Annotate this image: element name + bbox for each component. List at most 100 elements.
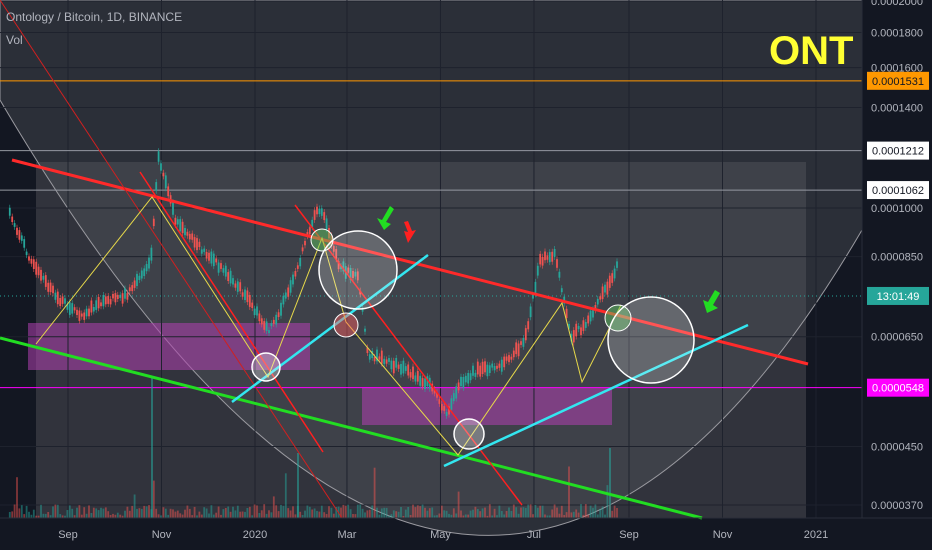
volume-bar	[383, 507, 386, 518]
volume-bar	[342, 504, 345, 518]
x-tick-label: Jul	[527, 529, 541, 541]
candle-body	[253, 308, 256, 316]
volume-bar	[184, 509, 186, 518]
candle-body	[608, 275, 611, 288]
volume-bar	[460, 510, 462, 518]
symbol-legend[interactable]: Ontology / Bitcoin, 1D, BINANCE	[6, 10, 182, 24]
volume-bar	[424, 507, 426, 518]
candle-body	[500, 359, 503, 372]
x-tick-label: 2020	[243, 529, 267, 541]
candle-body	[227, 272, 230, 281]
candle-body	[558, 271, 561, 278]
volume-spike	[297, 453, 299, 518]
volume-bar	[604, 514, 606, 518]
volume-bar	[280, 504, 282, 518]
candle-body	[73, 307, 76, 311]
volume-bar	[332, 513, 335, 518]
candle-body	[179, 219, 182, 232]
candle-body	[294, 271, 297, 277]
candle-body	[20, 235, 23, 241]
volume-bar	[517, 513, 520, 518]
candle-body	[313, 210, 316, 220]
volume-bar	[594, 504, 597, 518]
candle-body	[124, 288, 126, 299]
candle-body	[589, 310, 592, 322]
candle-body	[212, 253, 215, 267]
chart-container[interactable]: 0.0002000 0.0001800 0.0001600 0.0001400 0.00…	[0, 0, 932, 550]
candle-body	[316, 206, 318, 215]
volume-bar	[510, 511, 513, 518]
volume-bar	[392, 510, 395, 518]
candle-body	[414, 375, 417, 382]
candle-body	[613, 268, 616, 279]
candle-body	[481, 361, 484, 374]
volume-bar	[306, 505, 309, 518]
candle-body	[455, 386, 458, 399]
volume-bar	[277, 511, 280, 518]
volume-bar	[584, 504, 587, 518]
x-tick-label: Sep	[58, 529, 78, 541]
volume-bar	[140, 508, 143, 518]
candle-body	[565, 308, 568, 318]
candle-body	[325, 218, 328, 230]
candle-body	[596, 298, 599, 305]
volume-bar	[400, 507, 402, 518]
volume-bar	[445, 510, 448, 518]
volume-bar	[464, 514, 467, 518]
volume-bar	[589, 505, 592, 518]
candle-body	[241, 292, 244, 297]
volume-bar	[325, 514, 328, 518]
volume-bar	[527, 504, 530, 518]
candle-body	[440, 404, 443, 411]
volume-bar	[601, 506, 604, 518]
volume-bar	[616, 508, 618, 518]
candle-body	[388, 358, 390, 362]
volume-spike	[609, 448, 611, 518]
candle-body	[23, 239, 26, 248]
volume-bar	[347, 504, 350, 518]
volume-bar	[54, 504, 57, 518]
candle-body	[244, 289, 246, 300]
volume-bar	[239, 511, 242, 518]
volume-bar	[404, 509, 407, 518]
candle-body	[457, 382, 460, 391]
x-tick-label: 2021	[804, 529, 828, 541]
volume-bar	[448, 513, 450, 518]
volume-bar	[328, 506, 330, 518]
volume-bar	[572, 511, 575, 518]
x-tick-label: Mar	[337, 529, 356, 541]
volume-bar	[47, 512, 50, 518]
candle-body	[232, 278, 234, 285]
candle-body	[210, 251, 213, 264]
volume-legend[interactable]: Vol	[6, 33, 23, 47]
candle-body	[277, 312, 280, 317]
candle-body	[402, 360, 405, 374]
volume-bar	[162, 507, 165, 518]
time-axis[interactable]: Sep Nov 2020 Mar May Jul Sep Nov 2021	[58, 529, 828, 541]
chart-svg[interactable]: 0.00020000.00018000.00016000.00014000.00…	[0, 0, 932, 550]
volume-bar	[414, 507, 417, 518]
volume-bar	[472, 509, 474, 518]
candle-body	[556, 259, 558, 268]
volume-bar	[568, 466, 570, 518]
candle-body	[476, 361, 479, 375]
candle-body	[35, 261, 38, 275]
candle-body	[44, 275, 47, 287]
volume-bar	[152, 480, 155, 518]
candle-body	[148, 257, 150, 269]
volume-bar	[371, 505, 374, 518]
candle-body	[599, 296, 602, 300]
candle-body	[25, 251, 28, 256]
candle-body	[385, 359, 388, 364]
volume-bar	[20, 505, 23, 518]
candle-body	[71, 303, 74, 314]
candle-body	[488, 365, 491, 373]
volume-bar	[253, 504, 256, 518]
volume-bar	[529, 504, 532, 518]
y-tick-label: 0.0000450	[871, 442, 923, 454]
volume-bar	[316, 510, 318, 518]
volume-bar	[92, 507, 95, 518]
volume-bar	[85, 513, 88, 518]
volume-bar	[455, 513, 458, 518]
candle-body	[157, 151, 160, 162]
